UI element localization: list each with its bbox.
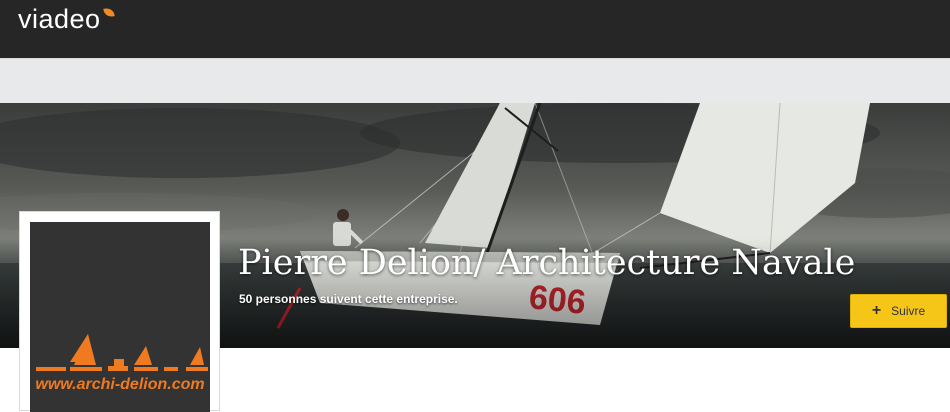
- leaf-icon: [103, 7, 115, 18]
- plus-icon: +: [871, 302, 882, 319]
- company-name: Pierre Delion/ Architecture Navale: [238, 243, 856, 283]
- followers-count: 50 personnes suivent cette entreprise.: [239, 292, 458, 306]
- logo-url-text: www.archi-delion.com: [35, 376, 205, 393]
- follow-button[interactable]: + Suivre: [850, 294, 947, 328]
- company-logo-card[interactable]: www.archi-delion.com: [19, 211, 220, 412]
- follow-button-label: Suivre: [891, 304, 926, 318]
- secondary-bar: [0, 58, 950, 104]
- top-navigation-bar: viadeo: [0, 0, 950, 58]
- viadeo-logo[interactable]: viadeo: [18, 4, 101, 35]
- company-logo: www.archi-delion.com: [30, 222, 210, 412]
